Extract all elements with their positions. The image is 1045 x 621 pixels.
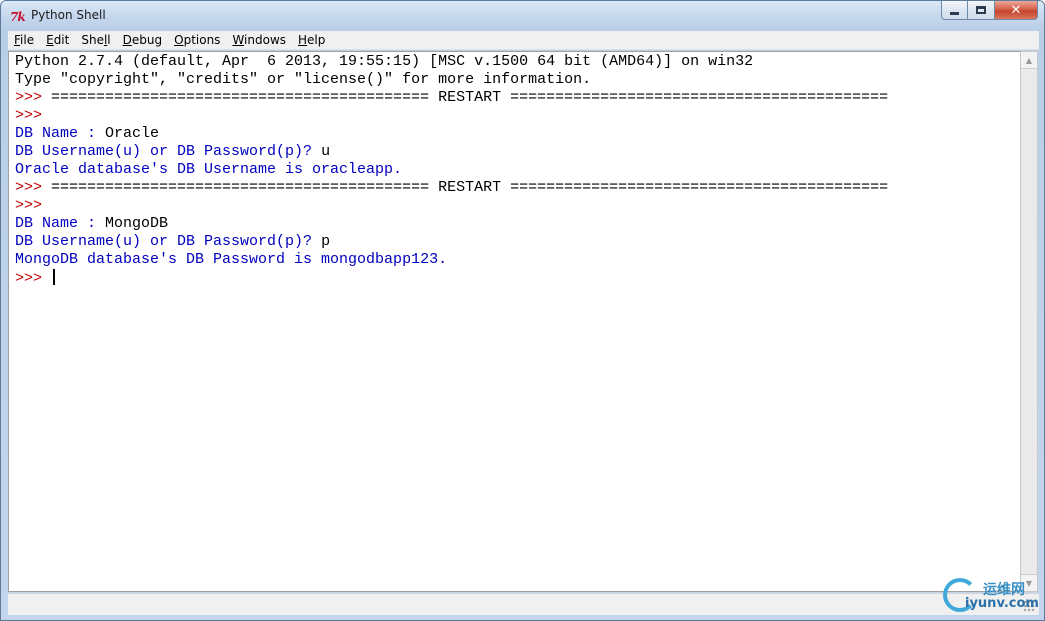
shell-text: Python 2.7.4 (default, Apr 6 2013, 19:55… [15, 53, 754, 70]
window-title: Python Shell [31, 8, 106, 22]
scroll-up-button[interactable]: ▲ [1021, 52, 1037, 69]
python-shell-window: 7k Python Shell ✕ File Edit Shell Debug Opti… [0, 0, 1045, 621]
shell-text: p [321, 233, 331, 250]
watermark-logo: 运维网 iyunv.com [941, 576, 1041, 616]
tk-feather-icon: 7k [10, 10, 26, 24]
shell-line: MongoDB database's DB Password is mongod… [15, 251, 888, 269]
shell-text: MongoDB [105, 215, 169, 232]
shell-line: DB Name : MongoDB [15, 215, 888, 233]
menu-file[interactable]: File [8, 31, 40, 50]
shell-text-area[interactable]: Python 2.7.4 (default, Apr 6 2013, 19:55… [8, 51, 1020, 592]
shell-text: DB Name : [15, 125, 106, 142]
shell-line: DB Username(u) or DB Password(p)? u [15, 143, 888, 161]
vertical-scrollbar[interactable]: ▲ ▼ [1020, 51, 1038, 592]
close-button[interactable]: ✕ [995, 1, 1038, 20]
shell-prompt: >>> [15, 179, 52, 196]
menu-bar: File Edit Shell Debug Options Windows Help [8, 31, 1039, 50]
shell-line: Type "copyright", "credits" or "license(… [15, 71, 888, 89]
menu-help[interactable]: Help [292, 31, 331, 50]
maximize-icon [976, 6, 986, 14]
status-bar [8, 593, 1039, 615]
menu-shell[interactable]: Shell [75, 31, 116, 50]
caption-buttons: ✕ [941, 1, 1038, 21]
watermark-en-text: iyunv.com [965, 596, 1039, 611]
shell-text: ========================================… [51, 179, 889, 196]
shell-line: >>> ====================================… [15, 89, 888, 107]
shell-prompt: >>> [15, 270, 52, 287]
shell-output: Python 2.7.4 (default, Apr 6 2013, 19:55… [15, 53, 888, 287]
menu-debug[interactable]: Debug [117, 31, 168, 50]
shell-prompt: >>> [15, 197, 43, 214]
menu-windows[interactable]: Windows [226, 31, 292, 50]
shell-text: DB Username(u) or DB Password(p)? [15, 143, 322, 160]
chevron-up-icon: ▲ [1025, 55, 1033, 65]
shell-line: Python 2.7.4 (default, Apr 6 2013, 19:55… [15, 53, 888, 71]
shell-line: Oracle database's DB Username is oraclea… [15, 161, 888, 179]
minimize-icon [950, 11, 959, 15]
shell-line: >>> [15, 107, 888, 125]
shell-text: ========================================… [51, 89, 889, 106]
shell-text: Type "copyright", "credits" or "license(… [15, 71, 592, 88]
shell-line: DB Name : Oracle [15, 125, 888, 143]
shell-line: >>> [15, 269, 888, 287]
text-cursor [53, 269, 56, 285]
maximize-button[interactable] [968, 1, 995, 20]
shell-prompt: >>> [15, 89, 52, 106]
shell-line: >>> [15, 197, 888, 215]
shell-text: MongoDB database's DB Password is mongod… [15, 251, 448, 268]
shell-text: DB Name : [15, 215, 106, 232]
shell-text: Oracle database's DB Username is oraclea… [15, 161, 403, 178]
shell-prompt: >>> [15, 107, 43, 124]
close-icon: ✕ [1010, 2, 1022, 18]
title-bar[interactable]: 7k Python Shell ✕ [1, 1, 1044, 31]
shell-text: u [321, 143, 331, 160]
menu-options[interactable]: Options [168, 31, 226, 50]
menu-edit[interactable]: Edit [40, 31, 75, 50]
shell-text: DB Username(u) or DB Password(p)? [15, 233, 322, 250]
shell-line: DB Username(u) or DB Password(p)? p [15, 233, 888, 251]
minimize-button[interactable] [941, 1, 968, 20]
shell-line: >>> ====================================… [15, 179, 888, 197]
shell-text: Oracle [105, 125, 160, 142]
